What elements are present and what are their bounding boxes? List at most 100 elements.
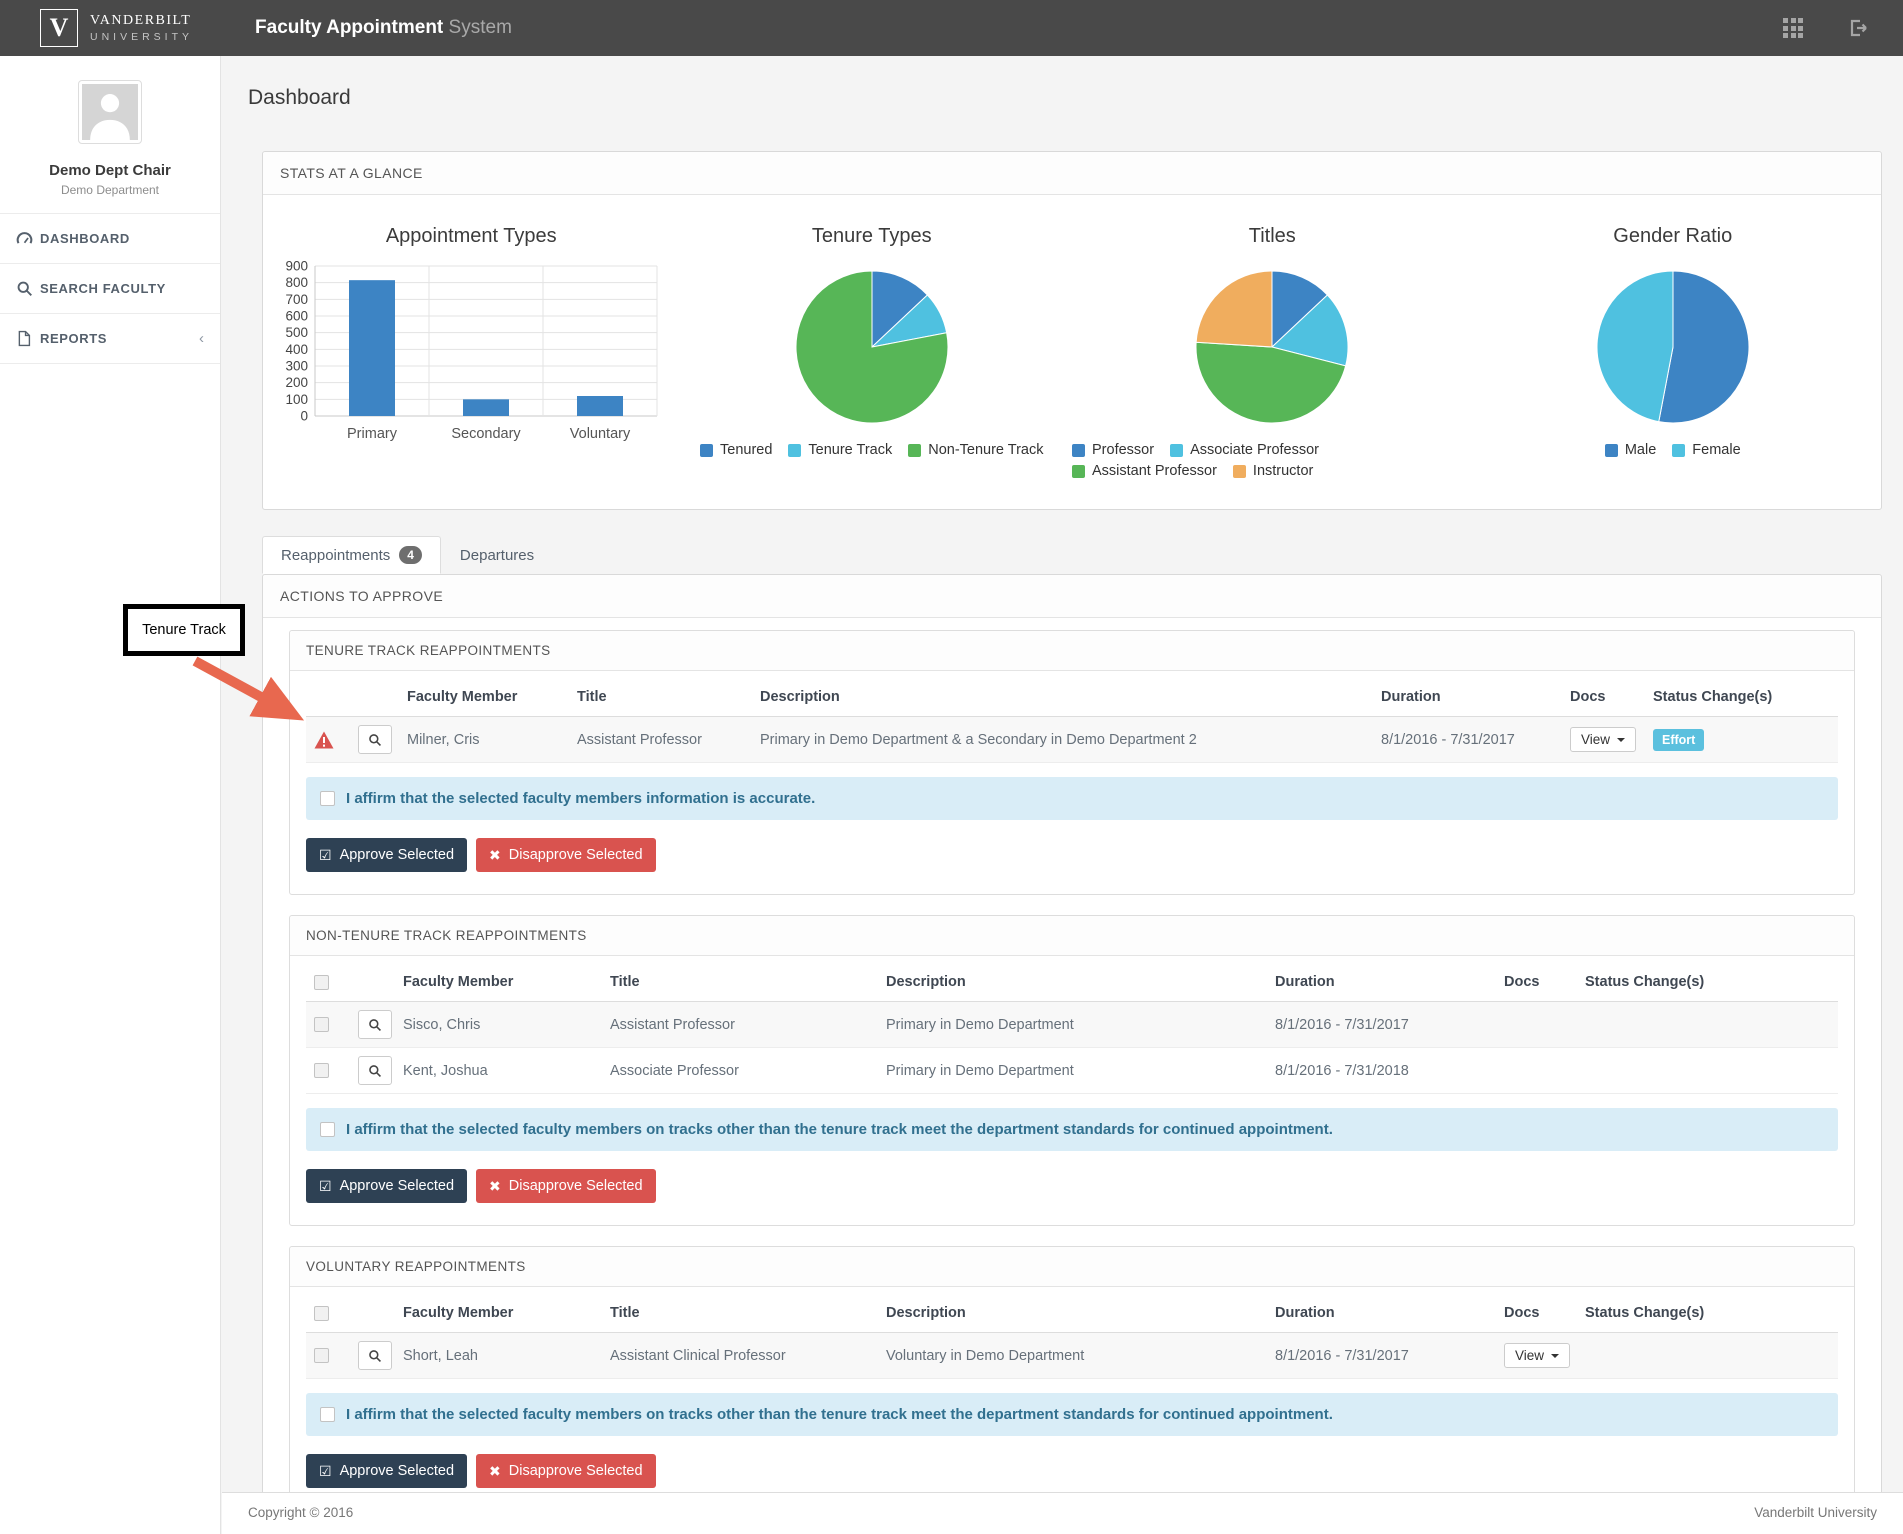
legend-item: Female [1672,442,1740,458]
svg-text:500: 500 [286,325,309,340]
copyright-text: Copyright © 2016 [248,1505,353,1522]
x-icon: ✖ [489,1179,501,1193]
table-row: Kent, JoshuaAssociate ProfessorPrimary i… [306,1048,1838,1094]
warning-icon [314,731,334,749]
magnify-button[interactable] [358,1010,392,1039]
row-checkbox[interactable] [314,1348,329,1363]
legend-swatch [908,444,921,457]
top-navbar: V VANDERBILT UNIVERSITY Faculty Appointm… [0,0,1903,56]
magnifier-icon [368,1064,382,1078]
column-header-docs: Docs [1496,960,1577,1002]
affirm-bar: I affirm that the selected faculty membe… [306,777,1838,820]
faculty-member-cell: Milner, Cris [399,717,569,763]
chart-appointment-types: Appointment Types01002003004005006007008… [271,225,672,479]
voluntary-table: Faculty MemberTitleDescriptionDurationDo… [306,1291,1838,1379]
sidebar: Demo Dept Chair Demo Department DASHBOAR… [0,56,221,1534]
column-header-status-change-s: Status Change(s) [1577,960,1838,1002]
magnify-button[interactable] [358,725,392,754]
sidebar-item-dashboard[interactable]: DASHBOARD [0,214,220,264]
pie-chart [793,268,951,426]
actions-panel-heading: ACTIONS TO APPROVE [263,575,1881,618]
select-all-checkbox[interactable] [314,1306,329,1321]
disapprove-selected-button[interactable]: ✖Disapprove Selected [476,838,656,872]
svg-text:600: 600 [286,309,309,324]
view-docs-button[interactable]: View [1570,727,1636,752]
chart-title: Gender Ratio [1613,225,1732,248]
chevron-left-icon: ‹ [199,330,204,347]
chart-title: Titles [1249,225,1296,248]
table-header-row: Faculty MemberTitleDescriptionDurationDo… [306,1291,1838,1333]
annotation-tenure-track-callout: Tenure Track [123,604,245,656]
approve-selected-button[interactable]: ☑Approve Selected [306,838,467,872]
chart-legend: Male Female [1605,442,1741,458]
bar-voluntary [577,396,623,416]
magnifier-icon [368,733,382,747]
magnify-button[interactable] [358,1056,392,1085]
magnify-button[interactable] [358,1341,392,1370]
column-header-duration: Duration [1373,675,1562,717]
legend-label: Male [1625,442,1656,458]
legend-item: Male [1605,442,1656,458]
sidebar-item-label: DASHBOARD [40,231,130,246]
approve-selected-button[interactable]: ☑Approve Selected [306,1454,467,1488]
view-docs-button[interactable]: View [1504,1343,1570,1368]
affirm-checkbox[interactable] [320,791,335,806]
svg-text:Voluntary: Voluntary [570,426,631,442]
table-row: Milner, CrisAssistant ProfessorPrimary i… [306,717,1838,763]
table-header-row: Faculty MemberTitleDescriptionDurationDo… [306,675,1838,717]
approve-selected-button[interactable]: ☑Approve Selected [306,1169,467,1203]
logo-line1: VANDERBILT [90,13,193,29]
legend-item: Instructor [1233,463,1313,479]
column-header-docs: Docs [1562,675,1645,717]
x-icon: ✖ [489,848,501,862]
column-header-status-change-s: Status Change(s) [1645,675,1838,717]
tab-bar: Reappointments 4 Departures [262,536,1882,574]
disapprove-selected-button[interactable]: ✖Disapprove Selected [476,1454,656,1488]
avatar [78,80,142,144]
affirm-bar: I affirm that the selected faculty membe… [306,1393,1838,1436]
affirm-checkbox[interactable] [320,1407,335,1422]
row-checkbox[interactable] [314,1017,329,1032]
sidebar-item-reports[interactable]: REPORTS ‹ [0,314,220,364]
sidebar-item-label: REPORTS [40,331,107,346]
bar-secondary [463,399,509,416]
column-header-status-change-s: Status Change(s) [1577,1291,1838,1333]
affirm-bar: I affirm that the selected faculty membe… [306,1108,1838,1151]
legend-swatch [1170,444,1183,457]
affirm-checkbox[interactable] [320,1122,335,1137]
section-non-tenure-track: NON-TENURE TRACK REAPPOINTMENTSFaculty M… [289,915,1855,1226]
legend-item: Assistant Professor [1072,463,1217,479]
chart-legend: ProfessorAssociate ProfessorAssistant Pr… [1072,442,1473,479]
bar-chart: 0100200300400500600700800900PrimarySecon… [275,256,667,448]
disapprove-selected-button[interactable]: ✖Disapprove Selected [476,1169,656,1203]
sign-out-icon[interactable] [1847,17,1869,39]
column-header-faculty-member: Faculty Member [399,675,569,717]
legend-swatch [1233,465,1246,478]
legend-item: Tenure Track [788,442,892,458]
legend-label: Instructor [1253,463,1313,479]
user-name: Demo Dept Chair [0,162,220,179]
select-all-checkbox[interactable] [314,975,329,990]
legend-item: Non-Tenure Track [908,442,1043,458]
pie-slice-instructor [1196,271,1272,347]
search-icon [16,280,40,297]
legend-swatch [1672,444,1685,457]
tab-departures[interactable]: Departures [441,537,553,574]
column-header-faculty-member: Faculty Member [395,960,602,1002]
legend-swatch [788,444,801,457]
row-checkbox[interactable] [314,1063,329,1078]
sidebar-item-search-faculty[interactable]: SEARCH FACULTY [0,264,220,314]
description-cell: Primary in Demo Department [878,1002,1267,1048]
file-icon [16,330,40,347]
apps-grid-icon[interactable] [1783,18,1803,38]
tab-reappointments[interactable]: Reappointments 4 [262,536,441,574]
legend-label: Non-Tenure Track [928,442,1043,458]
column-header-title: Title [602,1291,878,1333]
faculty-member-cell: Short, Leah [395,1333,602,1379]
legend-label: Tenure Track [808,442,892,458]
caret-down-icon [1617,738,1625,742]
description-cell: Primary in Demo Department & a Secondary… [752,717,1373,763]
chart-gender-ratio: Gender Ratio Male Female [1473,225,1874,479]
actions-panel: ACTIONS TO APPROVE TENURE TRACK REAPPOIN… [262,574,1882,1534]
svg-text:0: 0 [301,409,309,424]
